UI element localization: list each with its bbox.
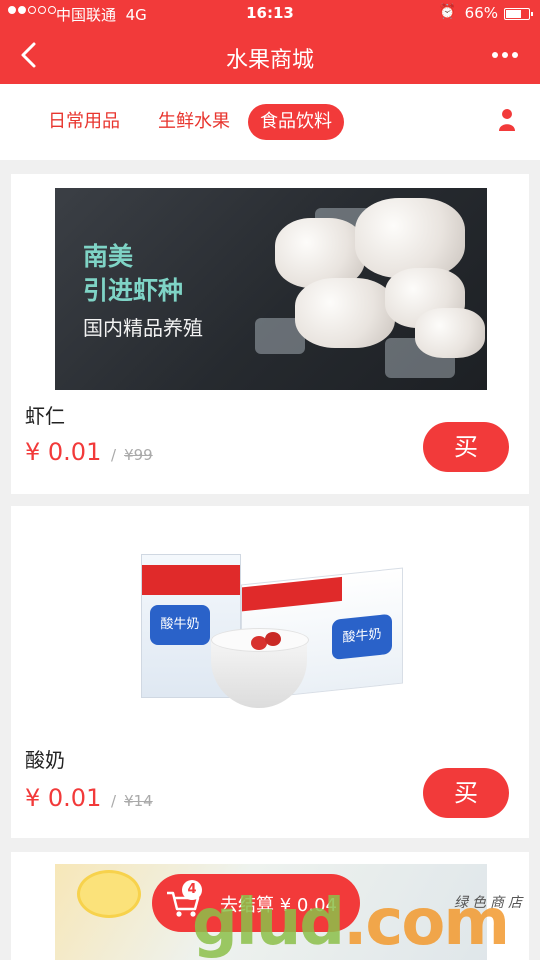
product-price: ¥ 0.01: [25, 438, 102, 466]
product-price: ¥ 0.01: [25, 784, 102, 812]
original-price: / ¥99: [111, 446, 153, 464]
image-subline: 国内精品养殖: [83, 316, 203, 340]
clock: 16:13: [246, 4, 294, 22]
product-image-yogurt: 酸牛奶 酸牛奶: [55, 520, 487, 730]
battery-percent: 66%: [464, 4, 498, 22]
original-price: / ¥14: [111, 792, 153, 810]
watermark-store: 绿色商店: [454, 895, 526, 911]
product-name: 酸奶: [25, 748, 65, 772]
status-bar: 中国联通 4G 16:13 ⏰ 66%: [0, 0, 540, 28]
battery-icon: [504, 8, 533, 20]
product-image-shrimp: 南美 引进虾种 国内精品养殖: [55, 188, 487, 390]
image-headline: 南美 引进虾种: [83, 242, 184, 305]
nav-bar: 水果商城: [0, 28, 540, 84]
category-tabs: 日常用品 生鲜水果 食品饮料: [0, 84, 540, 160]
tab-fresh-fruit[interactable]: 生鲜水果: [146, 104, 242, 140]
product-name: 虾仁: [25, 404, 65, 428]
page-title: 水果商城: [225, 48, 314, 73]
alarm-icon: ⏰: [438, 4, 456, 20]
buy-button[interactable]: 买: [423, 422, 509, 472]
buy-button[interactable]: 买: [423, 768, 509, 818]
tab-daily-goods[interactable]: 日常用品: [36, 104, 132, 140]
tab-food-drinks[interactable]: 食品饮料: [248, 104, 344, 140]
lemon-slice: [77, 870, 141, 918]
product-card[interactable]: 南美 引进虾种 国内精品养殖 虾仁 ¥ 0.01 /¥99 买: [11, 174, 529, 494]
more-icon[interactable]: [492, 52, 518, 58]
product-card[interactable]: 酸牛奶 酸牛奶 酸奶 ¥ 0.01 /¥14 买: [11, 506, 529, 838]
user-icon[interactable]: [498, 108, 516, 132]
